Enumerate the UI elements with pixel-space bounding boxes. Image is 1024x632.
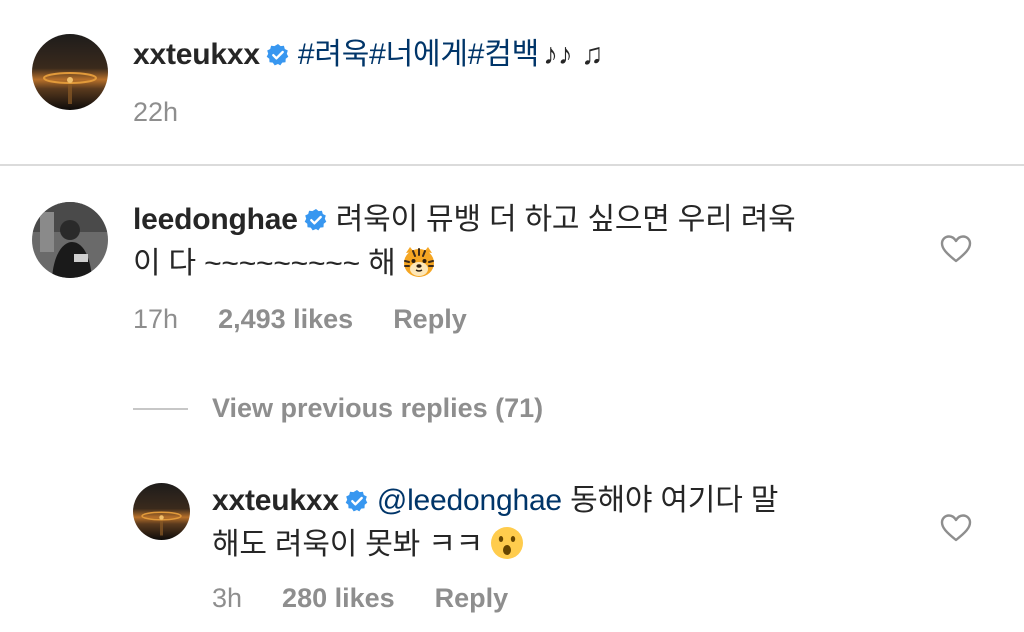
comment-likes[interactable]: 2,493 likes xyxy=(218,304,353,334)
post-timestamp: 22h xyxy=(133,95,218,129)
comment-reply-button[interactable]: Reply xyxy=(393,304,467,334)
post-divider xyxy=(0,164,1024,166)
surprised-face-icon xyxy=(489,525,525,561)
view-previous-replies-button[interactable]: View previous replies (71) xyxy=(212,391,543,425)
comment-like-heart-icon[interactable] xyxy=(940,234,972,264)
verified-badge-icon xyxy=(266,43,290,67)
reply-body: xxteukxx @leedonghae 동해야 여기다 말해도 려욱이 못봐 ㅋ… xyxy=(212,479,912,567)
reply-text-line2: 해도 려욱이 못봐 ㅋㅋ xyxy=(212,528,484,561)
comment-time: 17h xyxy=(133,304,179,334)
view-previous-replies-line xyxy=(133,408,188,410)
tiger-face-icon xyxy=(401,244,437,280)
comment-text-line2: 이 다 ~~~~~~~~~ 해 xyxy=(133,247,396,280)
reply-author-username[interactable]: xxteukxx xyxy=(212,484,339,517)
post-author-avatar[interactable] xyxy=(32,34,108,110)
comment-author-avatar[interactable] xyxy=(32,202,108,278)
post-caption-row: xxteukxx #려욱#너에게#컴백 ♪♪ ♫ xyxy=(133,33,603,77)
reply-likes[interactable]: 280 likes xyxy=(282,583,395,613)
post-author-username[interactable]: xxteukxx xyxy=(133,38,260,71)
reply-reply-button[interactable]: Reply xyxy=(435,583,509,613)
verified-badge-icon xyxy=(304,208,328,232)
comment-author-username[interactable]: leedonghae xyxy=(133,203,298,236)
comment-text-line1: 려욱이 뮤뱅 더 하고 싶으면 우리 려욱 xyxy=(335,203,796,236)
reply-mention-link[interactable]: @leedonghae xyxy=(377,484,562,517)
reply-like-heart-icon[interactable] xyxy=(940,513,972,543)
post-time: 22h xyxy=(133,97,179,127)
reply-text-line1: 동해야 여기다 말 xyxy=(570,484,779,517)
reply-author-avatar[interactable] xyxy=(133,483,190,540)
post-caption-hashtags[interactable]: #려욱#너에게#컴백 xyxy=(298,38,539,71)
post-caption-music-notes: ♪♪ ♫ xyxy=(543,38,604,71)
reply-time: 3h xyxy=(212,583,243,613)
comment-body: leedonghae 려욱이 뮤뱅 더 하고 싶으면 우리 려욱이 다 ~~~~~… xyxy=(133,198,893,286)
verified-badge-icon xyxy=(345,489,369,513)
comment-meta: 17h 2,493 likes Reply xyxy=(133,302,507,336)
reply-meta: 3h 280 likes Reply xyxy=(212,581,548,615)
